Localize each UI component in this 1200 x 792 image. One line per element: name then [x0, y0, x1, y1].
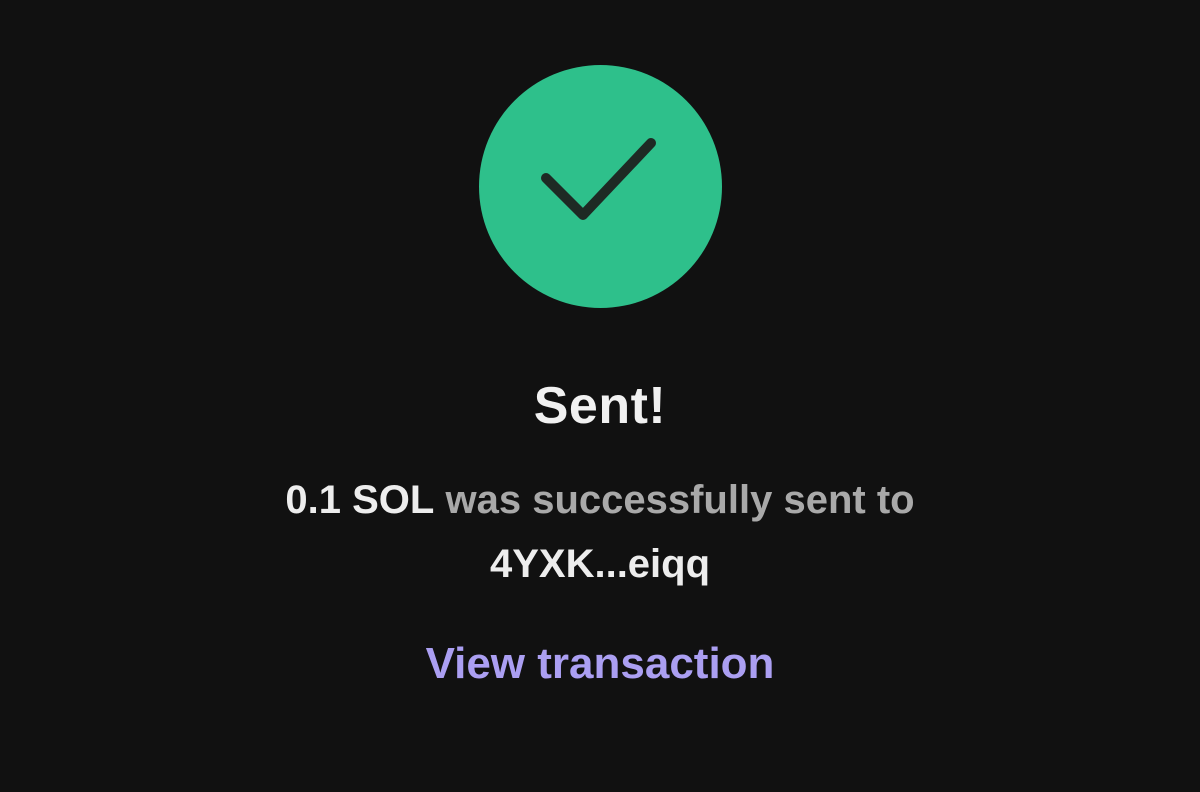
send-success-screen: Sent! 0.1 SOL was successfully sent to 4… [0, 0, 1200, 792]
status-title: Sent! [533, 377, 667, 435]
checkmark-icon [541, 138, 656, 220]
sent-amount: 0.1 SOL [285, 478, 435, 522]
message-text: was successfully sent to [445, 478, 915, 522]
recipient-address: 4YXK...eiqq [489, 542, 711, 586]
success-badge [479, 65, 722, 308]
message-line-1: 0.1 SOL was successfully sent to [0, 474, 1200, 538]
status-message: 0.1 SOL was successfully sent to 4YXK...… [0, 474, 1200, 602]
view-transaction-link[interactable]: View transaction [0, 634, 1200, 694]
